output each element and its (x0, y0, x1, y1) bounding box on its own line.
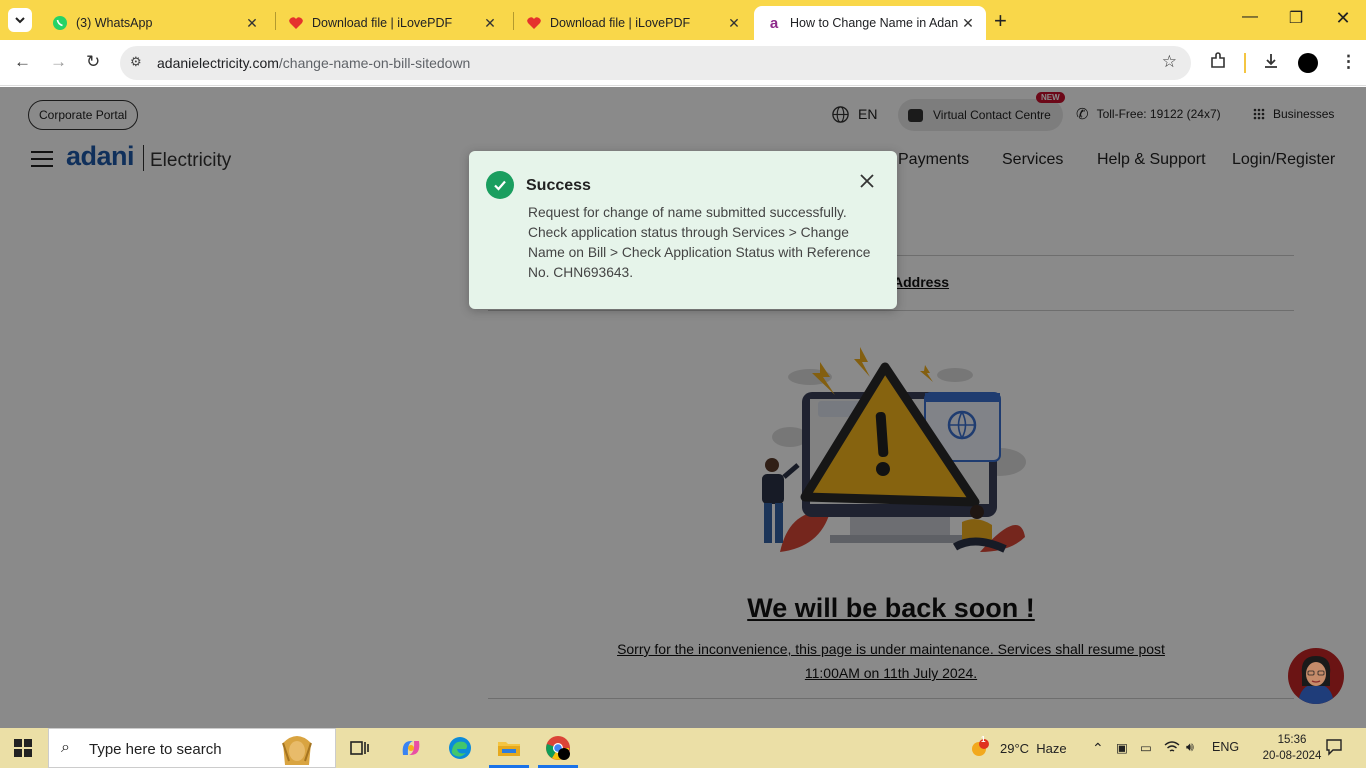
battery-icon[interactable]: ▭ (1140, 740, 1152, 755)
tab-title: (3) WhatsApp (76, 16, 153, 30)
url-host: adanielectricity.com (157, 55, 279, 71)
wifi-icon[interactable] (1164, 740, 1180, 757)
chevron-down-icon (15, 17, 25, 24)
chevron-up-icon[interactable]: ⌃ (1092, 740, 1104, 757)
whatsapp-icon (52, 15, 68, 31)
success-check-icon (486, 171, 514, 199)
volume-icon[interactable]: 🔊︎ (1186, 740, 1194, 755)
new-tab-button[interactable]: + (994, 8, 1007, 34)
toolbar-divider (1244, 53, 1246, 73)
menu-kebab-icon[interactable]: ⋮ (1340, 52, 1357, 72)
success-toast: Success Request for change of name submi… (469, 151, 897, 309)
copilot-icon[interactable] (388, 728, 434, 768)
windows-start-icon[interactable] (14, 739, 32, 757)
weather-sun-icon (972, 739, 989, 756)
file-explorer-icon[interactable] (486, 728, 532, 768)
tab-whatsapp[interactable]: (3) WhatsApp ✕ (40, 6, 270, 40)
notifications-icon[interactable] (1325, 738, 1343, 759)
close-window-button[interactable]: ✕ (1320, 8, 1366, 29)
tab-ilovepdf-2[interactable]: Download file | iLovePDF ✕ (514, 6, 752, 40)
tab-strip: (3) WhatsApp ✕ Download file | iLovePDF … (0, 0, 1366, 40)
chrome-icon[interactable] (535, 728, 581, 768)
tab-title: Download file | iLovePDF (550, 16, 691, 30)
tab-adani[interactable]: a How to Change Name in Adani ✕ (754, 6, 986, 40)
minimize-button[interactable]: — (1227, 8, 1273, 26)
windows-taskbar: ⌕ Type here to search 1 29°C Haze ⌃ ▣ ▭ … (0, 728, 1366, 768)
back-button[interactable]: ← (14, 52, 31, 72)
tab-ilovepdf-1[interactable]: Download file | iLovePDF ✕ (276, 6, 508, 40)
close-tab-icon[interactable]: ✕ (480, 15, 500, 32)
reload-button[interactable]: ↻ (86, 52, 100, 72)
extensions-icon[interactable] (1209, 52, 1227, 75)
system-clock[interactable]: 15:36 20-08-2024 (1262, 732, 1322, 764)
clock-date: 20-08-2024 (1262, 750, 1322, 762)
heart-icon (526, 15, 542, 31)
forward-button[interactable]: → (50, 52, 67, 72)
close-tab-icon[interactable]: ✕ (242, 15, 262, 32)
download-icon[interactable] (1262, 52, 1280, 75)
tab-title: Download file | iLovePDF (312, 16, 453, 30)
weather-badge: 1 (981, 735, 986, 744)
toast-title: Success (526, 177, 591, 194)
task-view-icon[interactable] (337, 728, 383, 768)
meet-now-icon[interactable]: ▣ (1116, 740, 1128, 755)
language-indicator[interactable]: ENG (1212, 740, 1239, 754)
url-path: /change-name-on-bill-sitedown (278, 55, 471, 71)
search-highlight-icon (282, 736, 312, 765)
tab-search-button[interactable] (8, 8, 32, 32)
tab-title: How to Change Name in Adani (790, 16, 958, 30)
taskbar-search-box[interactable]: ⌕ Type here to search (48, 728, 336, 768)
adani-favicon-icon: a (769, 14, 779, 32)
weather-text: 29°C Haze (1000, 740, 1067, 756)
site-info-icon[interactable]: ⚙ (130, 54, 142, 70)
browser-toolbar: ← → ↻ ⚙ adanielectricity.com/change-name… (0, 40, 1366, 86)
toast-message: Request for change of name submitted suc… (528, 205, 871, 280)
address-bar[interactable]: ⚙ adanielectricity.com/change-name-on-bi… (120, 46, 1191, 80)
close-tab-icon[interactable]: ✕ (724, 15, 744, 32)
url-text[interactable]: adanielectricity.com/change-name-on-bill… (157, 55, 470, 71)
search-placeholder: Type here to search (89, 741, 222, 758)
restore-button[interactable]: ❐ (1273, 8, 1319, 28)
edge-browser-icon[interactable] (437, 728, 483, 768)
weather-widget[interactable]: 1 29°C Haze (968, 735, 1067, 760)
chat-assistant-avatar[interactable] (1288, 648, 1344, 704)
page-content: Corporate Portal EN Virtual Contact Cent… (0, 87, 1366, 728)
bookmark-star-icon[interactable]: ☆ (1162, 52, 1177, 72)
close-tab-icon[interactable]: ✕ (958, 15, 978, 32)
assistant-face-icon (1298, 656, 1334, 704)
heart-icon (288, 15, 304, 31)
clock-time: 15:36 (1277, 734, 1307, 746)
search-icon: ⌕ (61, 739, 70, 756)
close-icon[interactable] (857, 171, 877, 191)
profile-avatar[interactable] (1298, 53, 1318, 73)
